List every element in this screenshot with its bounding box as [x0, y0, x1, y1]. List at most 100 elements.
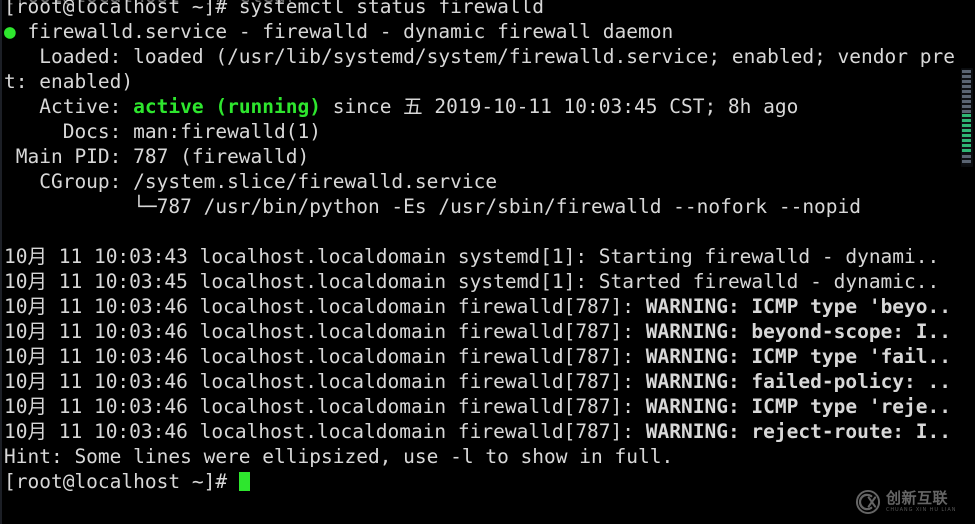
- loaded-label: Loaded:: [4, 45, 122, 68]
- journal-sep: [188, 320, 200, 343]
- final-prompt-line[interactable]: [root@localhost ~]#: [4, 469, 975, 494]
- journal-message: WARNING: ICMP type 'fail..: [634, 345, 952, 368]
- journal-sep: [446, 295, 458, 318]
- journal-sep: [446, 395, 458, 418]
- journal-time: 10:03:46: [93, 370, 188, 393]
- journal-unit: systemd[1]:: [457, 270, 588, 293]
- journal-unit: firewalld[787]:: [457, 320, 635, 343]
- terminal-window[interactable]: [root@localhost ~]# clear [root@localhos…: [0, 0, 975, 524]
- active-line: Active: active (running) since 五 2019-10…: [4, 94, 975, 119]
- docs-label: Docs:: [4, 120, 122, 143]
- active-rest: since 五 2019-10-11 10:03:45 CST; 8h ago: [321, 95, 799, 118]
- main-pid-value: 787 (firewalld): [121, 145, 310, 168]
- hint-line: Hint: Some lines were ellipsized, use -l…: [4, 445, 674, 468]
- journal-sep: [82, 320, 94, 343]
- journal-line: 10月 11 10:03:43 localhost.localdomain sy…: [4, 244, 975, 269]
- journal-line: 10月 11 10:03:46 localhost.localdomain fi…: [4, 294, 975, 319]
- journal-line: 10月 11 10:03:46 localhost.localdomain fi…: [4, 369, 975, 394]
- journal-unit: firewalld[787]:: [457, 345, 635, 368]
- text-cursor[interactable]: [238, 472, 250, 491]
- journal-sep: [82, 270, 94, 293]
- journal-message: WARNING: ICMP type 'reje..: [634, 395, 952, 418]
- journal-unit: firewalld[787]:: [457, 370, 635, 393]
- journal-message: WARNING: reject-route: I..: [634, 420, 952, 443]
- journal-date: 10月 11: [4, 420, 83, 443]
- journal-time: 10:03:46: [93, 345, 188, 368]
- journal-unit: firewalld[787]:: [457, 420, 635, 443]
- journal-time: 10:03:46: [93, 420, 188, 443]
- journal-date: 10月 11: [4, 270, 83, 293]
- journal-date: 10月 11: [4, 295, 83, 318]
- journal-message: Started firewalld - dynamic..: [587, 270, 940, 293]
- active-label: Active:: [4, 95, 122, 118]
- command-line: [root@localhost ~]# systemctl status fir…: [4, 0, 975, 19]
- journal-time: 10:03:46: [93, 320, 188, 343]
- active-space: [121, 95, 133, 118]
- journal-unit: firewalld[787]:: [457, 395, 635, 418]
- journal-time: 10:03:46: [93, 395, 188, 418]
- journal-sep: [188, 370, 200, 393]
- journal-line: 10月 11 10:03:45 localhost.localdomain sy…: [4, 269, 975, 294]
- journal-line: 10月 11 10:03:46 localhost.localdomain fi…: [4, 394, 975, 419]
- journal-host: localhost.localdomain: [199, 270, 447, 293]
- journal-unit: firewalld[787]:: [457, 295, 635, 318]
- journal-sep: [82, 395, 94, 418]
- cgroup-label: CGroup:: [4, 170, 122, 193]
- journal-sep: [82, 245, 94, 268]
- journal-sep: [188, 295, 200, 318]
- cgroup-value: /system.slice/firewalld.service: [121, 170, 498, 193]
- journal-sep: [188, 245, 200, 268]
- service-header-line: ● firewalld.service - firewalld - dynami…: [4, 19, 975, 44]
- docs-line: Docs: man:firewalld(1): [4, 119, 975, 144]
- journal-sep: [446, 420, 458, 443]
- journal-date: 10月 11: [4, 345, 83, 368]
- terminal-screen: [root@localhost ~]# systemctl status fir…: [4, 0, 975, 494]
- prompt-text: [root@localhost ~]#: [4, 0, 228, 18]
- journal-host: localhost.localdomain: [199, 295, 447, 318]
- journal-host: localhost.localdomain: [199, 395, 447, 418]
- journal-sep: [446, 370, 458, 393]
- journal-message: WARNING: beyond-scope: I..: [634, 320, 952, 343]
- journal-sep: [188, 420, 200, 443]
- journal-sep: [82, 370, 94, 393]
- journal-time: 10:03:43: [93, 245, 188, 268]
- journal-sep: [446, 270, 458, 293]
- journal-host: localhost.localdomain: [199, 245, 447, 268]
- journal-host: localhost.localdomain: [199, 420, 447, 443]
- cgroup-tree-line: └─787 /usr/bin/python -Es /usr/sbin/fire…: [4, 195, 862, 218]
- journal-date: 10月 11: [4, 395, 83, 418]
- main-pid-line: Main PID: 787 (firewalld): [4, 144, 975, 169]
- journal-line: 10月 11 10:03:46 localhost.localdomain fi…: [4, 344, 975, 369]
- loaded-line: Loaded: loaded (/usr/lib/systemd/system/…: [4, 44, 975, 69]
- journal-time: 10:03:46: [93, 295, 188, 318]
- journal-message: WARNING: failed-policy: ..: [634, 370, 952, 393]
- journal-host: localhost.localdomain: [199, 320, 447, 343]
- cgroup-line: CGroup: /system.slice/firewalld.service: [4, 169, 975, 194]
- journal-date: 10月 11: [4, 370, 83, 393]
- final-prompt-space: [227, 470, 239, 493]
- journal-unit: systemd[1]:: [457, 245, 588, 268]
- journal-date: 10月 11: [4, 245, 83, 268]
- command-text: systemctl status firewalld: [238, 0, 545, 18]
- journal-sep: [446, 245, 458, 268]
- journal-message: WARNING: ICMP type 'beyo..: [634, 295, 952, 318]
- journal-message: Starting firewalld - dynami..: [587, 245, 940, 268]
- journal-host: localhost.localdomain: [199, 345, 447, 368]
- journal-sep: [188, 395, 200, 418]
- journal-line: 10月 11 10:03:46 localhost.localdomain fi…: [4, 419, 975, 444]
- journal-sep: [446, 320, 458, 343]
- journal-host: localhost.localdomain: [199, 370, 447, 393]
- service-header-text: firewalld.service - firewalld - dynamic …: [27, 20, 674, 43]
- journal-sep: [82, 420, 94, 443]
- loaded-wrap-line: t: enabled): [4, 70, 134, 93]
- scrollbar-thumb[interactable]: [962, 114, 971, 154]
- terminal-left-edge: [0, 0, 2, 524]
- main-pid-label: Main PID:: [4, 145, 122, 168]
- journal-log: 10月 11 10:03:43 localhost.localdomain sy…: [4, 244, 975, 444]
- journal-date: 10月 11: [4, 320, 83, 343]
- final-prompt-text: [root@localhost ~]#: [4, 470, 228, 493]
- header-space: [16, 20, 28, 43]
- journal-sep: [188, 270, 200, 293]
- status-dot-icon: ●: [4, 20, 16, 43]
